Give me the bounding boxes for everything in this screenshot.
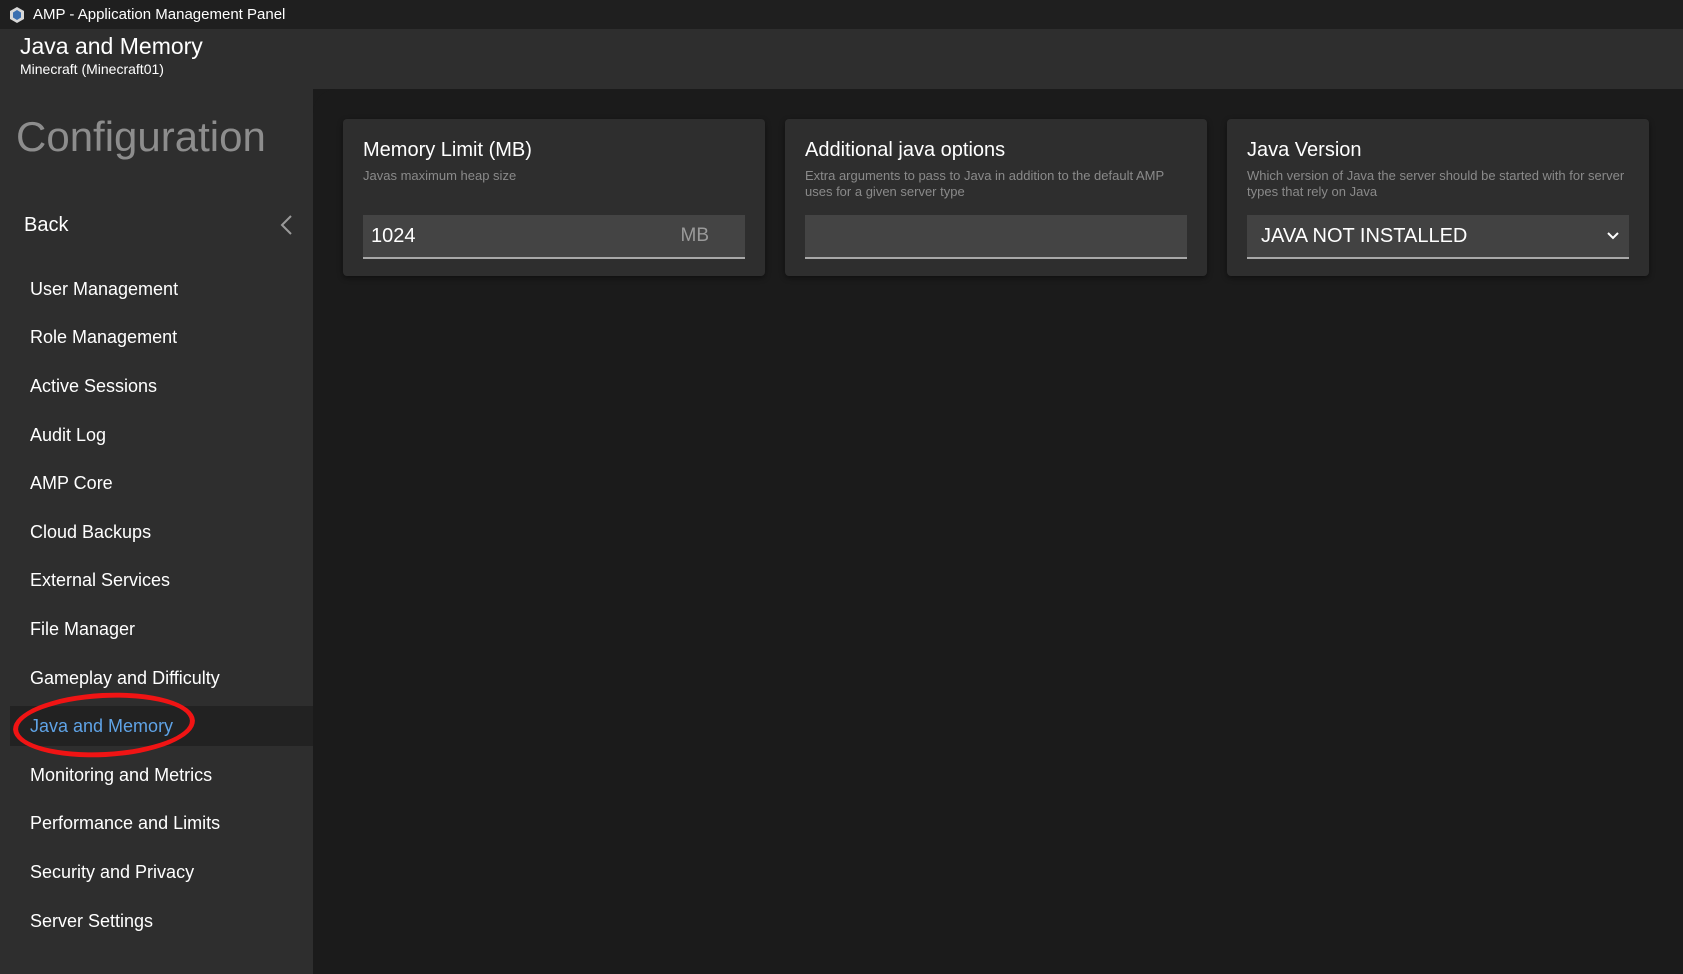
sidebar-item-label: File Manager — [30, 618, 136, 639]
sidebar-section-title: Configuration — [16, 113, 266, 160]
sidebar-item-label: Active Sessions — [30, 375, 158, 396]
java-options-card: Additional java options Extra arguments … — [785, 119, 1207, 276]
memory-limit-input[interactable]: 1024 MB — [363, 215, 745, 259]
sidebar-item-label: Audit Log — [30, 424, 107, 445]
card-title: Java Version — [1247, 139, 1362, 161]
memory-limit-value: 1024 — [371, 224, 416, 247]
card-description: Which version of Java the server should … — [1247, 168, 1625, 199]
back-label: Back — [24, 213, 69, 236]
sidebar-item-monitoring-and-metrics[interactable]: Monitoring and Metrics — [0, 751, 313, 800]
page-header: Java and Memory Minecraft (Minecraft01) — [0, 29, 1683, 89]
card-title: Additional java options — [805, 139, 1006, 161]
java-version-selected: JAVA NOT INSTALLED — [1261, 224, 1468, 247]
settings-cards: Memory Limit (MB) Javas maximum heap siz… — [343, 119, 1649, 276]
sidebar-item-label: Monitoring and Metrics — [30, 764, 213, 785]
sidebar-nav: User Management Role Management Active S… — [0, 265, 313, 945]
sidebar-item-java-and-memory[interactable]: Java and Memory — [10, 706, 313, 747]
sidebar-item-label: External Services — [30, 570, 171, 591]
sidebar-item-label: Gameplay and Difficulty — [30, 667, 220, 688]
sidebar-item-amp-core[interactable]: AMP Core — [0, 459, 313, 508]
sidebar-item-label: Server Settings — [30, 910, 154, 931]
page-title: Java and Memory — [20, 33, 203, 59]
card-description: Javas maximum heap size — [363, 168, 517, 183]
chevron-down-icon — [1607, 232, 1619, 240]
sidebar-item-role-management[interactable]: Role Management — [0, 314, 313, 363]
sidebar-item-cloud-backups[interactable]: Cloud Backups — [0, 508, 313, 557]
sidebar-item-active-sessions[interactable]: Active Sessions — [0, 362, 313, 411]
sidebar-item-external-services[interactable]: External Services — [0, 557, 313, 606]
sidebar-item-label: Java and Memory — [30, 715, 174, 736]
amp-logo-icon — [8, 6, 26, 24]
sidebar-item-label: Performance and Limits — [30, 813, 221, 834]
sidebar: Configuration Back User Management Role … — [0, 89, 313, 974]
memory-unit-label: MB — [680, 225, 710, 246]
sidebar-item-audit-log[interactable]: Audit Log — [0, 411, 313, 460]
window-titlebar: AMP - Application Management Panel — [0, 0, 1683, 29]
window-title: AMP - Application Management Panel — [33, 6, 286, 23]
chevron-left-icon[interactable] — [275, 213, 299, 237]
sidebar-item-label: Security and Privacy — [30, 861, 195, 882]
sidebar-item-label: User Management — [30, 278, 179, 299]
java-version-select[interactable]: JAVA NOT INSTALLED — [1247, 215, 1629, 259]
sidebar-item-performance-and-limits[interactable]: Performance and Limits — [0, 800, 313, 849]
sidebar-item-gameplay-and-difficulty[interactable]: Gameplay and Difficulty — [0, 654, 313, 703]
back-button[interactable]: Back — [0, 203, 313, 247]
sidebar-item-server-settings[interactable]: Server Settings — [0, 897, 313, 946]
java-options-input[interactable] — [805, 215, 1187, 259]
sidebar-item-user-management[interactable]: User Management — [0, 265, 313, 314]
sidebar-item-file-manager[interactable]: File Manager — [0, 605, 313, 654]
sidebar-item-label: AMP Core — [30, 473, 113, 494]
card-title: Memory Limit (MB) — [363, 139, 532, 161]
java-version-card: Java Version Which version of Java the s… — [1227, 119, 1649, 276]
main-content: Memory Limit (MB) Javas maximum heap siz… — [313, 89, 1683, 974]
memory-limit-card: Memory Limit (MB) Javas maximum heap siz… — [343, 119, 765, 276]
page-subtitle: Minecraft (Minecraft01) — [20, 61, 164, 77]
card-description: Extra arguments to pass to Java in addit… — [805, 168, 1164, 199]
sidebar-item-security-and-privacy[interactable]: Security and Privacy — [0, 848, 313, 897]
sidebar-item-label: Role Management — [30, 327, 178, 348]
sidebar-item-label: Cloud Backups — [30, 521, 152, 542]
